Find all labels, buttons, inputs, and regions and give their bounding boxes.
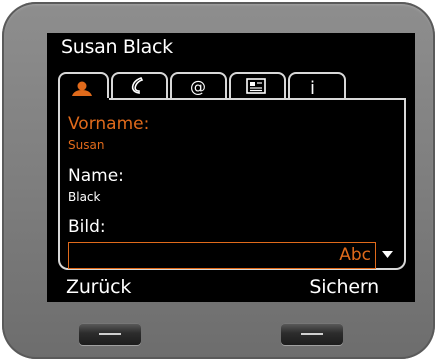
picture-label: Bild: (68, 217, 106, 237)
tab-phone[interactable] (111, 72, 168, 98)
tab-address[interactable] (229, 72, 286, 98)
softkey-back[interactable]: Zurück (66, 276, 131, 298)
info-icon: i (310, 78, 315, 99)
phone-device: Susan Black @ i Vorname: Susan Name: Bla… (2, 2, 435, 359)
softkey-bar: Zurück Sichern (47, 275, 415, 302)
active-tab-gap (60, 98, 109, 101)
right-softkey-button[interactable] (281, 323, 343, 345)
phone-icon (131, 77, 144, 94)
scroll-down-icon (382, 251, 393, 258)
first-name-value[interactable]: Susan (68, 138, 104, 152)
last-name-label: Name: (68, 166, 124, 186)
picture-input[interactable]: Abc (68, 242, 376, 269)
input-mode-indicator: Abc (339, 245, 371, 265)
softkey-save[interactable]: Sichern (309, 276, 379, 298)
left-softkey-button[interactable] (79, 323, 141, 345)
tab-info[interactable]: i (288, 72, 346, 99)
tab-bar: @ i (58, 72, 388, 101)
tab-email[interactable]: @ (170, 72, 227, 98)
last-name-value[interactable]: Black (68, 190, 100, 204)
at-icon: @ (190, 77, 206, 96)
first-name-label: Vorname: (68, 114, 150, 134)
address-card-icon (246, 78, 266, 94)
svg-text:i: i (310, 78, 315, 99)
screen-title: Susan Black (61, 36, 173, 58)
tab-person[interactable] (58, 72, 109, 101)
svg-text:@: @ (190, 77, 206, 96)
display-screen: Susan Black @ i Vorname: Susan Name: Bla… (47, 33, 415, 302)
